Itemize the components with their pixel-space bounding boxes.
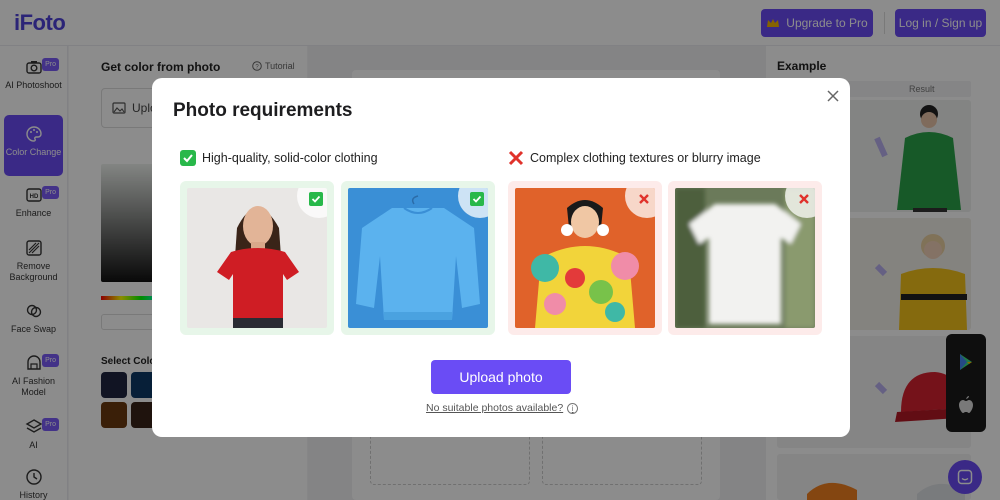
- good-requirement-heading: High-quality, solid-color clothing: [180, 150, 378, 166]
- info-icon[interactable]: i: [567, 402, 579, 414]
- example-image-complex-knit: [515, 188, 655, 328]
- check-icon: [309, 192, 323, 206]
- bad-heading-label: Complex clothing textures or blurry imag…: [530, 151, 761, 165]
- example-image-blurry-tshirt: [675, 188, 815, 328]
- no-suitable-label: No suitable photos available?: [426, 402, 564, 414]
- check-icon: [470, 192, 484, 206]
- cross-icon: [508, 150, 524, 166]
- cross-icon: [797, 192, 811, 206]
- close-icon[interactable]: [825, 88, 841, 104]
- good-heading-label: High-quality, solid-color clothing: [202, 151, 378, 165]
- check-icon: [180, 150, 196, 166]
- photo-requirements-modal: Photo requirements High-quality, solid-c…: [152, 78, 850, 437]
- good-example-card: [180, 181, 334, 335]
- example-image-red-tshirt: [187, 188, 327, 328]
- bad-example-card: [668, 181, 822, 335]
- no-suitable-photos-link[interactable]: No suitable photos available? i: [426, 402, 579, 414]
- bad-example-card: [508, 181, 662, 335]
- cross-icon: [637, 192, 651, 206]
- modal-title: Photo requirements: [173, 100, 353, 121]
- good-example-card: [341, 181, 495, 335]
- bad-requirement-heading: Complex clothing textures or blurry imag…: [508, 150, 761, 166]
- upload-photo-button[interactable]: Upload photo: [431, 360, 571, 394]
- example-image-blue-sweatshirt: [348, 188, 488, 328]
